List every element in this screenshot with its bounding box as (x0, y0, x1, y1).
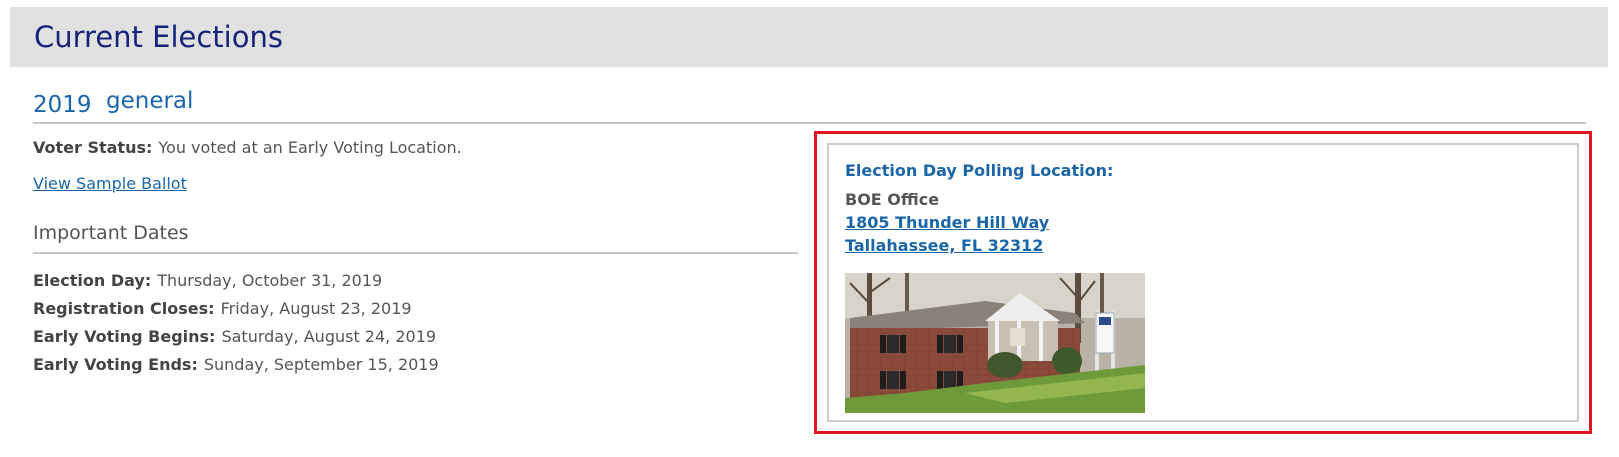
voter-status: Voter Status: You voted at an Early Votin… (33, 138, 798, 158)
election-type: general (106, 88, 194, 114)
view-sample-ballot-link[interactable]: View Sample Ballot (33, 174, 187, 193)
date-value: Friday, August 23, 2019 (220, 299, 412, 318)
voter-status-value: You voted at an Early Voting Location. (158, 138, 462, 157)
date-label: Registration Closes: (33, 299, 215, 318)
polling-location-highlight: Election Day Polling Location: BOE Offic… (814, 131, 1592, 434)
election-heading: 2019 general (33, 88, 1586, 124)
date-value: Saturday, August 24, 2019 (221, 327, 437, 346)
building-photo (845, 273, 1145, 413)
date-label: Election Day: (33, 271, 152, 290)
date-row-registration-closes: Registration Closes: Friday, August 23, 2… (33, 295, 798, 323)
election-year: 2019 (33, 92, 92, 118)
page: Current Elections 2019 general Voter Sta… (0, 0, 1619, 457)
polling-address-line1-link[interactable]: 1805 Thunder Hill Way (845, 213, 1049, 232)
important-dates-heading: Important Dates (33, 222, 798, 254)
date-label: Early Voting Ends: (33, 355, 198, 374)
date-row-early-voting-ends: Early Voting Ends: Sunday, September 15, … (33, 351, 798, 379)
important-dates-list: Election Day: Thursday, October 31, 2019 … (33, 267, 798, 379)
polling-address-line2-link[interactable]: Tallahassee, FL 32312 (845, 236, 1043, 255)
date-row-election-day: Election Day: Thursday, October 31, 2019 (33, 267, 798, 295)
polling-location-name: BOE Office (845, 190, 940, 209)
date-value: Sunday, September 15, 2019 (203, 355, 439, 374)
election-details: Voter Status: You voted at an Early Votin… (33, 138, 798, 374)
voter-status-label: Voter Status: (33, 138, 153, 157)
date-label: Early Voting Begins: (33, 327, 216, 346)
date-value: Thursday, October 31, 2019 (157, 271, 383, 290)
polling-location-card: Election Day Polling Location: BOE Offic… (827, 143, 1579, 422)
polling-location-title: Election Day Polling Location: (845, 161, 1114, 180)
date-row-early-voting-begins: Early Voting Begins: Saturday, August 24,… (33, 323, 798, 351)
page-header: Current Elections (10, 7, 1608, 67)
page-title: Current Elections (34, 20, 283, 54)
